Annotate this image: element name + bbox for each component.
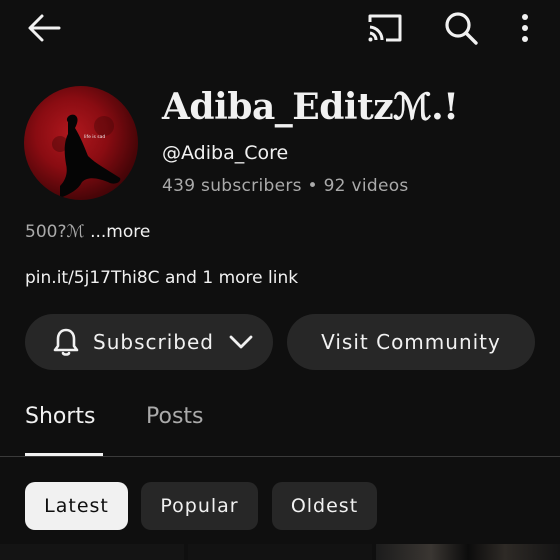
bell-icon [51,327,81,357]
arrow-left-icon [28,14,61,42]
channel-links[interactable]: pin.it/5j17Thi8C and 1 more link [25,268,298,288]
channel-avatar[interactable]: life is sad [24,86,138,200]
top-bar [0,0,560,56]
filter-chip-latest[interactable]: Latest [25,482,128,530]
visit-community-label: Visit Community [321,330,501,354]
subscriber-count: 439 subscribers [162,176,302,196]
back-button[interactable] [24,10,64,46]
chevron-down-icon [228,329,254,355]
more-vertical-icon [522,14,528,42]
visit-community-button[interactable]: Visit Community [287,314,535,370]
description-more-link[interactable]: ...more [90,222,150,242]
short-thumbnail[interactable] [376,544,560,560]
tab-shorts[interactable]: Shorts [25,404,96,429]
description-text: 500?ℳ [25,222,85,242]
short-thumbnail[interactable] [0,544,184,560]
cast-button[interactable] [364,10,406,46]
channel-name: Adiba_Editzℳ.! [162,86,459,128]
filter-chip-oldest[interactable]: Oldest [272,482,377,530]
avatar-text: life is sad [84,134,105,140]
subscribed-button[interactable]: Subscribed [25,314,273,370]
tab-posts[interactable]: Posts [146,404,204,429]
search-icon [445,12,478,45]
search-button[interactable] [440,8,482,48]
shorts-grid [0,544,560,560]
avatar-silhouette: life is sad [52,114,121,198]
channel-link[interactable]: pin.it/5j17Thi8C [25,268,160,288]
filter-chip-popular[interactable]: Popular [141,482,258,530]
channel-stats: 439 subscribers • 92 videos [162,176,409,196]
tabs-divider [0,456,560,457]
subscribed-label: Subscribed [93,330,214,354]
short-thumbnail[interactable] [188,544,372,560]
cast-icon [368,14,402,42]
video-count: 92 videos [323,176,409,196]
more-links-text[interactable]: and 1 more link [160,268,298,288]
more-options-button[interactable] [512,10,538,46]
channel-description[interactable]: 500?ℳ ...more [25,222,150,242]
channel-handle: @Adiba_Core [162,142,289,164]
stats-separator: • [307,176,318,196]
